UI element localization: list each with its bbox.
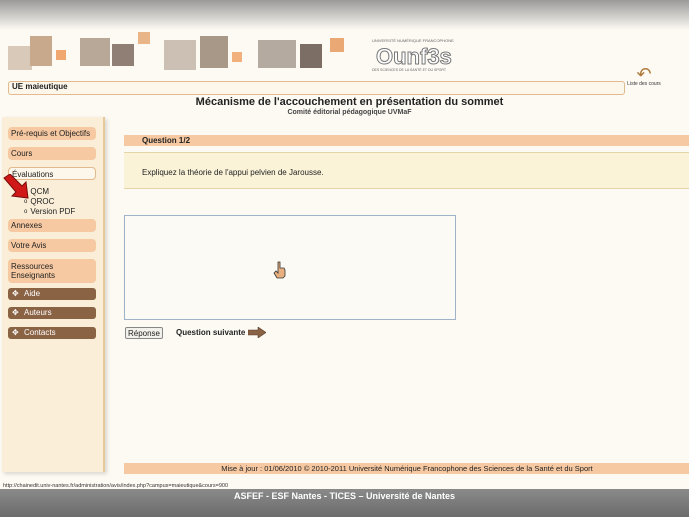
hand-cursor-icon xyxy=(273,261,286,279)
header-banner: UNIVERSITÉ NUMÉRIQUE FRANCOPHONE Ounf3s … xyxy=(0,28,689,80)
plus-icon: ✥ xyxy=(12,289,19,298)
next-arrow-icon[interactable] xyxy=(248,327,266,338)
sidebar: Pré-requis et Objectifs Cours Évaluation… xyxy=(2,117,105,472)
sidebar-aide-button[interactable]: ✥ Aide xyxy=(8,288,96,300)
question-header: Question 1/2 xyxy=(124,135,689,146)
browser-page: UNIVERSITÉ NUMÉRIQUE FRANCOPHONE Ounf3s … xyxy=(0,0,689,489)
next-question-link[interactable]: Question suivante xyxy=(176,328,245,337)
course-bar: UE maieutique xyxy=(8,81,625,95)
sidebar-item-votre-avis[interactable]: Votre Avis xyxy=(8,239,96,252)
sidebar-item-ressources[interactable]: Ressources Enseignants xyxy=(8,259,96,283)
question-text: Expliquez la théorie de l'appui pelvien … xyxy=(124,152,689,189)
page-subtitle: Comité éditorial pédagogique UVMaF xyxy=(287,109,412,116)
red-pointer-arrow-icon xyxy=(3,174,29,199)
liste-cours-label: Liste des cours xyxy=(627,81,661,87)
sidebar-item-annexes[interactable]: Annexes xyxy=(8,219,96,232)
page-title: Mécanisme de l'accouchement en présentat… xyxy=(195,96,504,108)
return-arrow-icon: ↶ xyxy=(636,64,652,84)
caption-text: ASFEF - ESF Nantes - TICES – Université … xyxy=(233,491,456,501)
plus-icon: ✥ xyxy=(12,308,19,317)
top-gradient xyxy=(0,0,689,30)
reponse-button[interactable]: Réponse xyxy=(125,327,163,339)
logo-top-text: UNIVERSITÉ NUMÉRIQUE FRANCOPHONE xyxy=(372,38,454,43)
sidebar-contacts-button[interactable]: ✥ Contacts xyxy=(8,327,96,339)
unf3s-logo: UNIVERSITÉ NUMÉRIQUE FRANCOPHONE Ounf3s … xyxy=(372,38,470,78)
answer-textarea[interactable] xyxy=(124,215,456,320)
sidebar-auteurs-button[interactable]: ✥ Auteurs xyxy=(8,307,96,319)
logo-sub-text: DES SCIENCES DE LA SANTÉ ET DU SPORT xyxy=(372,68,446,72)
contacts-label: Contacts xyxy=(24,328,56,337)
liste-cours-link[interactable]: ↶ Liste des cours xyxy=(626,64,662,96)
logo-main-text: Ounf3s xyxy=(376,44,453,70)
sidebar-subitem-pdf[interactable]: Version PDF xyxy=(24,207,75,217)
footer-update: Mise à jour : 01/06/2010 © 2010-2011 Uni… xyxy=(124,463,689,474)
photo-collage xyxy=(8,32,353,76)
page-title-block: Mécanisme de l'accouchement en présentat… xyxy=(0,96,689,116)
slide-caption: ASFEF - ESF Nantes - TICES – Université … xyxy=(0,489,689,517)
sidebar-item-cours[interactable]: Cours xyxy=(8,147,96,160)
course-label: UE maieutique xyxy=(12,82,68,91)
plus-icon: ✥ xyxy=(12,328,19,337)
aide-label: Aide xyxy=(24,289,41,298)
auteurs-label: Auteurs xyxy=(24,308,52,317)
sidebar-item-prerequis[interactable]: Pré-requis et Objectifs xyxy=(8,127,96,140)
